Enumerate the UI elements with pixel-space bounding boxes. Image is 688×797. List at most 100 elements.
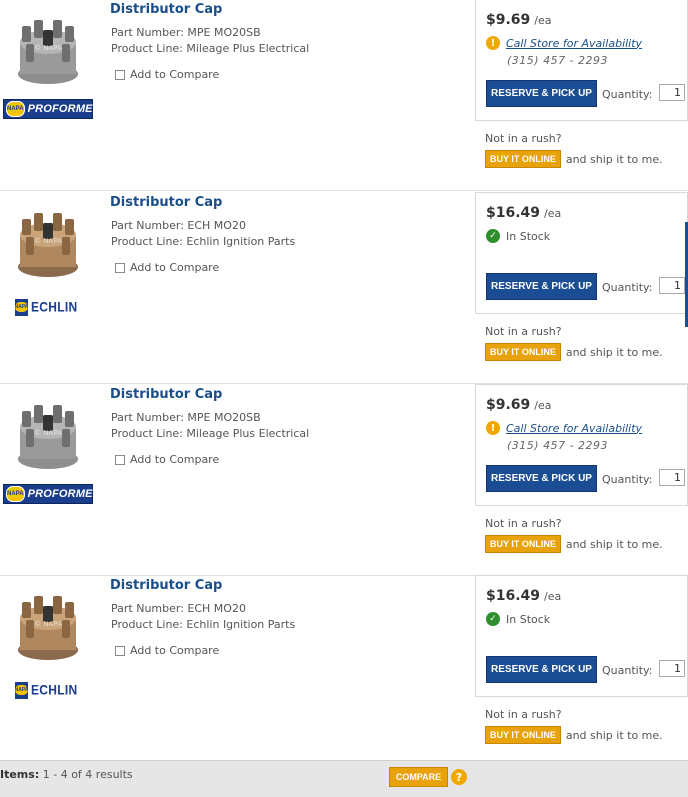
part-number: Part Number: ECH MO20 <box>111 219 246 232</box>
ship-row: BUY IT ONLINE and ship it to me. <box>485 535 663 553</box>
ship-row: BUY IT ONLINE and ship it to me. <box>485 150 663 168</box>
reserve-pickup-button[interactable]: RESERVE & PICK UP <box>486 656 597 683</box>
price: $9.69/ea <box>486 397 552 413</box>
price-box: $16.49/ea ✓ In Stock RESERVE & PICK UP Qu… <box>475 575 688 697</box>
part-number: Part Number: MPE MO20SB <box>111 411 261 424</box>
reserve-pickup-button[interactable]: RESERVE & PICK UP <box>486 273 597 300</box>
quantity-input[interactable] <box>659 660 685 677</box>
quantity-label: Quantity: <box>602 473 653 486</box>
product-title-link[interactable]: Distributor Cap <box>110 387 222 402</box>
compare-label: Add to Compare <box>130 261 220 274</box>
in-stock-label: In Stock <box>506 612 551 626</box>
buy-online-button[interactable]: BUY IT ONLINE <box>485 150 561 168</box>
proformer-logo: NAPA PROFORMER <box>3 99 101 119</box>
quantity-label: Quantity: <box>602 281 653 294</box>
add-to-compare[interactable]: Add to Compare <box>115 644 219 657</box>
compare-label: Add to Compare <box>130 644 220 657</box>
compare-checkbox[interactable] <box>115 262 125 273</box>
rush-text: Not in a rush? <box>485 708 562 721</box>
compare-checkbox[interactable] <box>115 454 125 465</box>
results-text: 1 - 4 of 4 results <box>42 768 133 781</box>
add-to-compare[interactable]: Add to Compare <box>115 68 219 81</box>
echlin-logo: NAPA ECHLIN <box>15 680 77 700</box>
product-title-link[interactable]: Distributor Cap <box>110 195 222 210</box>
warning-icon: ! <box>486 421 500 435</box>
price-value: $9.69 <box>486 12 531 28</box>
product-image[interactable]: © NAPA <box>12 584 84 664</box>
brand-name: ECHLIN <box>31 298 78 316</box>
product-row: © NAPA NAPA PROFORMER Distributor Cap Par… <box>0 0 688 191</box>
brand-name: ECHLIN <box>31 681 78 699</box>
checkmark-icon: ✓ <box>486 612 500 626</box>
price-unit: /ea <box>544 207 562 220</box>
compare-label: Add to Compare <box>130 453 220 466</box>
quantity-label: Quantity: <box>602 664 653 677</box>
availability: ✓ In Stock <box>486 612 550 626</box>
price-box: $9.69/ea ! Call Store for Availability (3… <box>475 384 688 506</box>
price: $16.49/ea <box>486 205 561 221</box>
product-row: © NAPA NAPA ECHLIN Distributor Cap Part N… <box>0 192 688 384</box>
svg-text:© NAPA: © NAPA <box>34 44 62 52</box>
reserve-pickup-button[interactable]: RESERVE & PICK UP <box>486 465 597 492</box>
product-image[interactable]: © NAPA <box>12 393 84 473</box>
part-number: Part Number: ECH MO20 <box>111 602 246 615</box>
compare-checkbox[interactable] <box>115 645 125 656</box>
svg-text:© NAPA: © NAPA <box>34 620 62 628</box>
part-number: Part Number: MPE MO20SB <box>111 26 261 39</box>
call-store-link[interactable]: Call Store for Availability <box>506 37 642 50</box>
store-phone: (315) 457 - 2293 <box>507 54 609 67</box>
product-line: Product Line: Echlin Ignition Parts <box>111 235 296 248</box>
ship-text: and ship it to me. <box>565 537 663 551</box>
buy-online-button[interactable]: BUY IT ONLINE <box>485 535 561 553</box>
quantity-input[interactable] <box>659 469 685 486</box>
availability: ✓ In Stock <box>486 229 550 243</box>
product-row: © NAPA NAPA PROFORMER Distributor Cap Par… <box>0 384 688 576</box>
product-line: Product Line: Echlin Ignition Parts <box>111 618 296 631</box>
napa-badge: NAPA <box>15 298 28 316</box>
price-unit: /ea <box>534 399 552 412</box>
ship-text: and ship it to me. <box>565 152 663 166</box>
rush-text: Not in a rush? <box>485 325 562 338</box>
buy-online-button[interactable]: BUY IT ONLINE <box>485 343 561 361</box>
price-value: $16.49 <box>486 205 541 221</box>
warning-icon: ! <box>486 36 500 50</box>
add-to-compare[interactable]: Add to Compare <box>115 261 219 274</box>
availability: ! Call Store for Availability <box>486 36 642 50</box>
compare-label: Add to Compare <box>130 68 220 81</box>
quantity-label: Quantity: <box>602 88 653 101</box>
ship-text: and ship it to me. <box>565 345 663 359</box>
napa-badge-text: NAPA <box>14 685 29 695</box>
product-title-link[interactable]: Distributor Cap <box>110 578 222 593</box>
product-line: Product Line: Mileage Plus Electrical <box>111 42 310 55</box>
echlin-logo: NAPA ECHLIN <box>15 297 77 317</box>
price-value: $9.69 <box>486 397 531 413</box>
quantity-input[interactable] <box>659 84 685 101</box>
price-unit: /ea <box>544 590 562 603</box>
ship-text: and ship it to me. <box>565 728 663 742</box>
compare-button[interactable]: COMPARE <box>389 767 448 787</box>
product-title-link[interactable]: Distributor Cap <box>110 2 222 17</box>
napa-badge: NAPA <box>6 486 25 502</box>
quantity-input[interactable] <box>659 277 685 294</box>
product-image[interactable]: © NAPA <box>12 201 84 281</box>
price-unit: /ea <box>534 14 552 27</box>
napa-badge: NAPA <box>14 681 29 699</box>
compare-checkbox[interactable] <box>115 69 125 80</box>
help-icon[interactable]: ? <box>451 769 467 785</box>
proformer-logo: NAPA PROFORMER <box>3 484 101 504</box>
store-phone: (315) 457 - 2293 <box>507 439 609 452</box>
svg-text:© NAPA: © NAPA <box>34 429 62 437</box>
checkmark-icon: ✓ <box>486 229 500 243</box>
product-image[interactable]: © NAPA <box>12 8 84 88</box>
buy-online-button[interactable]: BUY IT ONLINE <box>485 726 561 744</box>
napa-badge: NAPA <box>6 101 25 117</box>
reserve-pickup-button[interactable]: RESERVE & PICK UP <box>486 80 597 107</box>
call-store-link[interactable]: Call Store for Availability <box>506 422 642 435</box>
brand-name: PROFORMER <box>27 103 101 115</box>
ship-row: BUY IT ONLINE and ship it to me. <box>485 726 663 744</box>
add-to-compare[interactable]: Add to Compare <box>115 453 219 466</box>
brand-name: PROFORMER <box>27 488 101 500</box>
items-label: Items: <box>0 768 40 781</box>
price-box: $16.49/ea ✓ In Stock RESERVE & PICK UP Qu… <box>475 192 688 314</box>
rush-text: Not in a rush? <box>485 517 562 530</box>
